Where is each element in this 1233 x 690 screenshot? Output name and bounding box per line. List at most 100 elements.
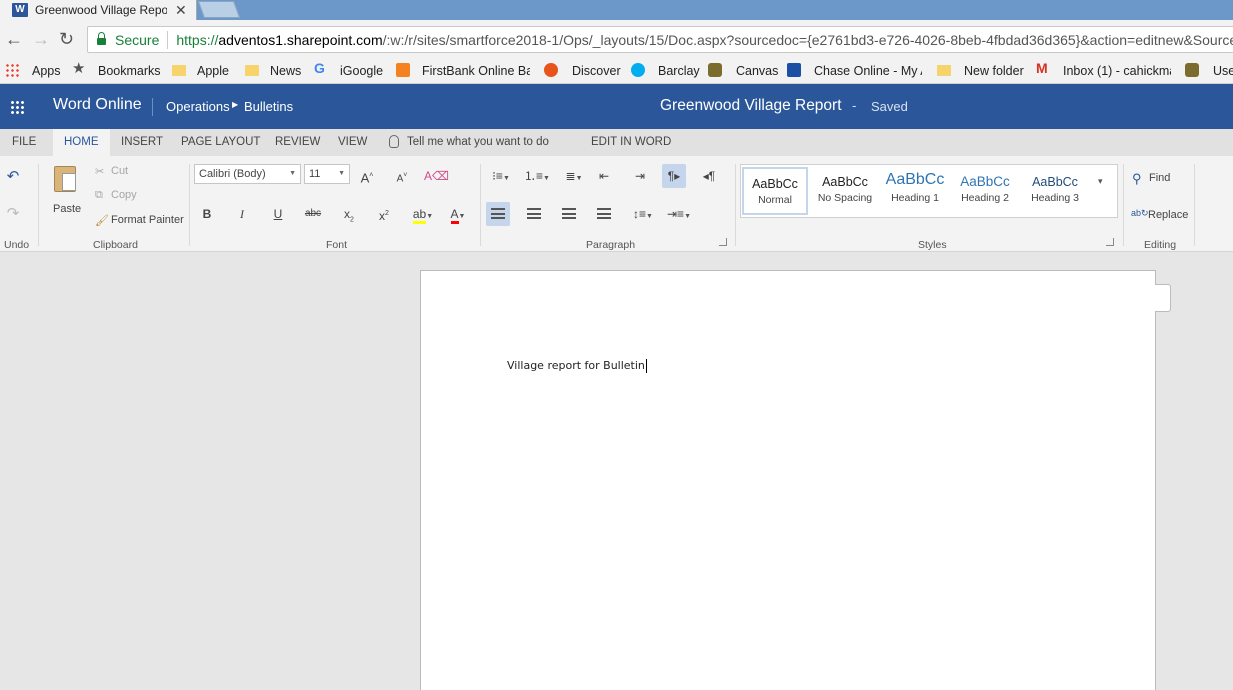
font-family-dropdown[interactable]: Calibri (Body) ▼: [194, 164, 301, 184]
group-divider: [1123, 164, 1124, 246]
bookmark-chase[interactable]: Chase Online - My A: [814, 62, 922, 80]
bookmark-new-folder[interactable]: New folder: [964, 62, 1024, 80]
style-normal-label: Normal: [758, 194, 792, 206]
subscript-icon[interactable]: x2: [337, 202, 361, 226]
font-size-dropdown[interactable]: 11 ▼: [304, 164, 350, 184]
bookmark-apps[interactable]: Apps: [32, 62, 61, 80]
barclay-icon: [631, 63, 645, 77]
tab-view[interactable]: VIEW: [338, 129, 367, 156]
line-spacing-icon[interactable]: ↕≡▼: [628, 202, 658, 226]
increase-indent-icon[interactable]: ⇥: [628, 164, 652, 188]
bookmark-firstbank[interactable]: FirstBank Online Ban: [422, 62, 530, 80]
bookmark-bookmarks[interactable]: Bookmarks: [98, 62, 161, 80]
italic-icon[interactable]: I: [230, 202, 254, 226]
group-divider: [735, 164, 736, 246]
back-arrow-icon[interactable]: ←: [5, 28, 23, 50]
breadcrumb-chevron-icon: ▶: [232, 100, 239, 109]
style-normal[interactable]: AaBbCc Normal: [742, 167, 808, 215]
style-heading-1[interactable]: AaBbCc Heading 1: [882, 167, 948, 215]
tab-file[interactable]: FILE: [12, 129, 36, 156]
comments-pane-tab[interactable]: [1155, 284, 1171, 312]
browser-tab[interactable]: W Greenwood Village Repo ✕: [0, 0, 197, 20]
folder-icon: [172, 65, 186, 76]
bookmark-inbox[interactable]: Inbox (1) - cahickma: [1063, 62, 1171, 80]
tell-me-search[interactable]: Tell me what you want to do: [407, 129, 549, 156]
clear-formatting-icon[interactable]: A⌫: [424, 164, 449, 188]
find-button[interactable]: Find: [1149, 172, 1170, 184]
superscript-icon[interactable]: x2: [372, 202, 396, 226]
numbering-icon[interactable]: ⒈≡▼: [521, 164, 553, 188]
align-left-icon[interactable]: [486, 202, 510, 226]
bookmark-apple[interactable]: Apple: [197, 62, 229, 80]
tab-review[interactable]: REVIEW: [275, 129, 320, 156]
word-app-bar: Word Online Operations ▶ Bulletins Green…: [0, 84, 1233, 129]
highlight-color-icon[interactable]: ab▼: [408, 202, 438, 226]
cut-button[interactable]: Cut: [111, 165, 128, 177]
paste-label: Paste: [53, 203, 82, 215]
right-to-left-icon[interactable]: ◂¶: [697, 164, 721, 188]
gmail-icon: M: [1036, 60, 1048, 76]
document-paragraph: Village report for Bulletin: [507, 359, 645, 372]
bookmark-discover[interactable]: Discover: [572, 62, 621, 80]
group-divider: [1194, 164, 1195, 246]
paste-button[interactable]: Paste: [50, 162, 84, 216]
edit-in-word-button[interactable]: EDIT IN WORD: [591, 129, 671, 156]
ribbon-home: ↶ ↷ Undo Paste ✂ Cut ⧉ Copy 🖌 Format Pai…: [0, 156, 1233, 252]
paragraph-spacing-icon[interactable]: ⇥≡▼: [664, 202, 694, 226]
underline-icon[interactable]: U: [266, 202, 290, 226]
undo-icon[interactable]: ↶: [1, 165, 25, 189]
strikethrough-icon[interactable]: abc: [301, 202, 325, 226]
styles-dialog-launcher-icon[interactable]: [1106, 238, 1114, 246]
tab-home[interactable]: HOME: [53, 129, 110, 156]
use-bookmark-icon: [1185, 63, 1199, 77]
format-painter-button[interactable]: Format Painter: [111, 214, 184, 226]
breadcrumb-bulletins[interactable]: Bulletins: [244, 99, 293, 114]
font-family-value: Calibri (Body): [199, 168, 266, 180]
align-center-icon[interactable]: [522, 202, 546, 226]
tab-page-layout[interactable]: PAGE LAYOUT: [181, 129, 260, 156]
bookmark-barclay[interactable]: Barclay: [658, 62, 700, 80]
style-heading-3-label: Heading 3: [1031, 192, 1079, 204]
grow-font-icon[interactable]: A˄: [355, 164, 379, 188]
left-to-right-icon[interactable]: ¶▸: [662, 164, 686, 188]
bookmark-news[interactable]: News: [270, 62, 301, 80]
address-bar[interactable]: Secure https://adventos1.sharepoint.com/…: [87, 26, 1233, 53]
new-tab-button[interactable]: [197, 1, 241, 18]
tab-insert[interactable]: INSERT: [121, 129, 163, 156]
multilevel-list-icon[interactable]: ≣▼: [558, 164, 590, 188]
bold-icon[interactable]: B: [195, 202, 219, 226]
forward-arrow-icon[interactable]: →: [32, 28, 50, 50]
align-right-icon[interactable]: [557, 202, 581, 226]
document-page[interactable]: Village report for Bulletin: [420, 270, 1156, 690]
bullets-icon[interactable]: ⁝≡▼: [485, 164, 517, 188]
justify-icon[interactable]: [592, 202, 616, 226]
replace-button[interactable]: Replace: [1148, 209, 1188, 221]
chevron-down-icon: ▼: [289, 170, 296, 177]
paragraph-group-label: Paragraph: [586, 239, 636, 251]
copy-icon: ⧉: [95, 189, 103, 201]
decrease-indent-icon[interactable]: ⇤: [592, 164, 616, 188]
app-name[interactable]: Word Online: [53, 96, 142, 114]
editing-group-label: Editing: [1144, 239, 1177, 251]
styles-more-chevron-icon[interactable]: ▾: [1098, 176, 1103, 187]
reload-icon[interactable]: ↻: [59, 28, 74, 50]
style-heading-2[interactable]: AaBbCc Heading 2: [952, 167, 1018, 215]
paragraph-dialog-launcher-icon[interactable]: [719, 238, 727, 246]
bookmark-canvas[interactable]: Canvas: [736, 62, 778, 80]
shrink-font-icon[interactable]: A˅: [390, 164, 414, 188]
close-tab-icon[interactable]: ✕: [175, 2, 187, 19]
app-launcher-icon[interactable]: [10, 100, 24, 114]
discover-icon: [544, 63, 558, 77]
breadcrumb-operations[interactable]: Operations: [166, 99, 230, 114]
style-heading-3[interactable]: AaBbCc Heading 3: [1022, 167, 1088, 215]
redo-icon[interactable]: ↷: [1, 202, 25, 226]
star-icon: ★: [72, 60, 86, 77]
font-color-icon[interactable]: A▼: [443, 202, 473, 226]
bookmark-use[interactable]: Use: [1213, 62, 1233, 80]
document-body[interactable]: Village report for Bulletin: [507, 359, 647, 373]
copy-button[interactable]: Copy: [111, 189, 137, 201]
bookmark-igoogle[interactable]: iGoogle: [340, 62, 383, 80]
url-text[interactable]: https://adventos1.sharepoint.com/:w:/r/s…: [176, 32, 1233, 48]
document-title[interactable]: Greenwood Village Report: [660, 97, 842, 115]
style-no-spacing[interactable]: AaBbCc No Spacing: [812, 167, 878, 215]
